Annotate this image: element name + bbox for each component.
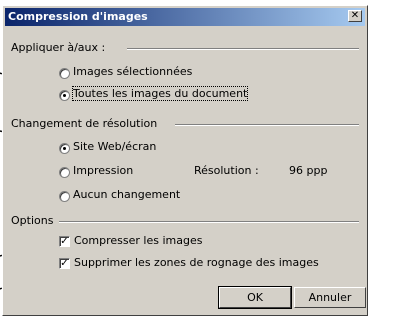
radio-no-change[interactable] [59, 191, 70, 202]
cancel-button[interactable]: Annuler [294, 287, 366, 308]
radio-all-images-label[interactable]: Toutes les images du document [71, 86, 249, 101]
apply-group-label: Appliquer à/aux : [11, 41, 106, 54]
checkbox-delete-crop-label[interactable]: Supprimer les zones de rognage des image… [74, 256, 319, 269]
radio-web-screen-label[interactable]: Site Web/écran [73, 140, 156, 153]
radio-print-label[interactable]: Impression [73, 164, 133, 177]
radio-selected-images-label[interactable]: Images sélectionnées [73, 65, 192, 78]
radio-all-images[interactable] [59, 90, 70, 101]
radio-web-screen[interactable] [59, 143, 70, 154]
resolution-group-divider [175, 124, 359, 126]
check-icon: ✓ [60, 236, 69, 247]
resolution-label: Résolution : [194, 164, 259, 177]
checkbox-compress-images-label[interactable]: Compresser les images [74, 234, 202, 247]
checkbox-delete-crop[interactable]: ✓ [59, 258, 70, 269]
close-button[interactable]: ✕ [348, 10, 362, 22]
title-bar[interactable]: Compression d'images ✕ [5, 8, 365, 26]
options-group-label: Options [11, 214, 54, 227]
radio-no-change-label[interactable]: Aucun changement [73, 188, 180, 201]
options-group-divider [59, 221, 359, 223]
dialog-title: Compression d'images [8, 10, 148, 23]
resolution-value: 96 ppp [289, 164, 328, 177]
radio-print[interactable] [59, 167, 70, 178]
check-icon: ✓ [60, 258, 69, 269]
radio-selected-images[interactable] [59, 68, 70, 79]
apply-group-divider [127, 48, 359, 50]
compress-images-dialog: Compression d'images ✕ Appliquer à/aux :… [2, 5, 368, 316]
resolution-group-label: Changement de résolution [11, 117, 158, 130]
close-icon: ✕ [350, 10, 360, 21]
checkbox-compress-images[interactable]: ✓ [59, 236, 70, 247]
ok-button[interactable]: OK [219, 287, 291, 308]
